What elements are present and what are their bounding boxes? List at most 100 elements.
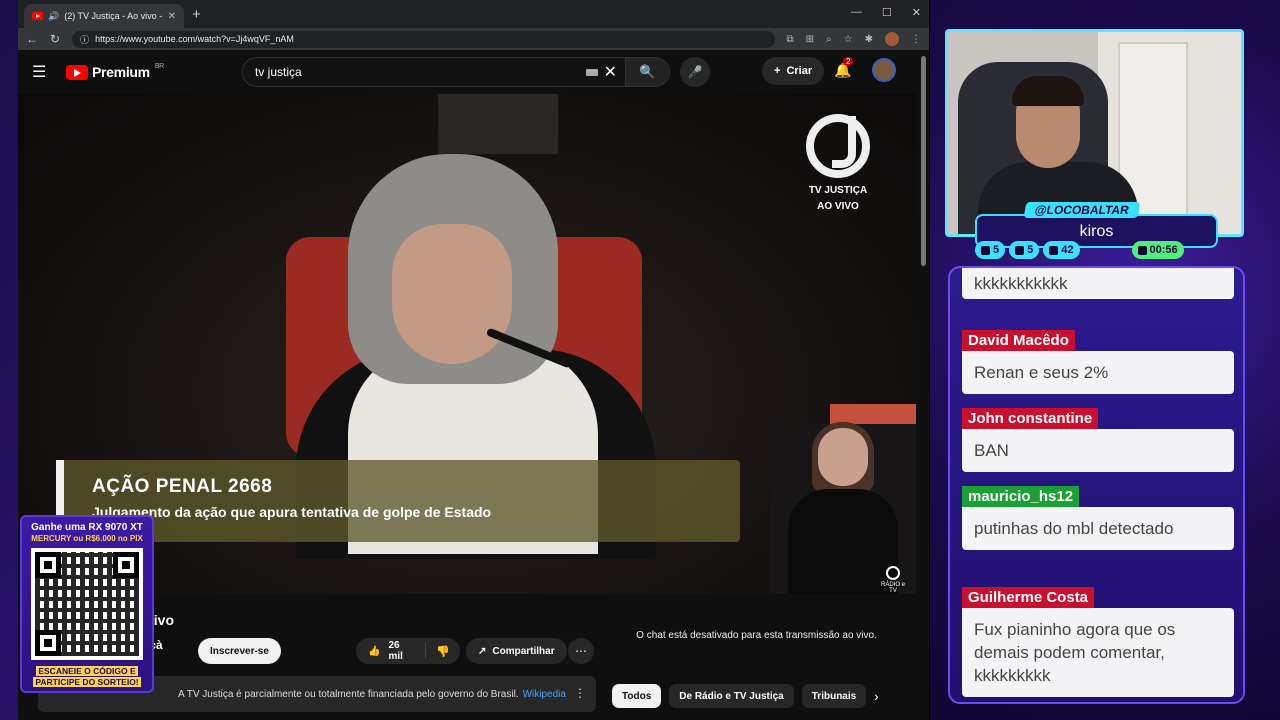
apps-icon[interactable]: ⊞	[806, 34, 814, 45]
promo-headline: Ganhe uma RX 9070 XT	[31, 522, 143, 533]
wikipedia-link[interactable]: Wikipedia	[523, 689, 566, 700]
notification-count: 2	[843, 57, 854, 66]
speaker-icon[interactable]: 🔊	[48, 11, 59, 22]
more-dots-icon: ⋯	[575, 644, 587, 658]
chat-username: John constantine	[962, 408, 1099, 429]
giveaway-promo: Ganhe uma RX 9070 XT MERCURY ou R$6.000 …	[20, 515, 154, 693]
like-count: 26 mil	[388, 640, 403, 662]
profile-avatar-small[interactable]	[885, 32, 899, 46]
share-icon: ↗	[478, 645, 487, 657]
chip-todos[interactable]: Todos	[612, 684, 662, 708]
chip-tv-justica[interactable]: De Rádio e TV Justiça	[669, 684, 794, 708]
bug-text: RÁDIO e TV JUSTIÇA	[880, 582, 905, 594]
region-code: BR	[154, 62, 164, 70]
stat-viewers: 42	[1043, 241, 1080, 259]
tv-justica-logo-icon	[806, 114, 870, 178]
browser-tab[interactable]: 🔊 (2) TV Justiça - Ao vivo - You ✕	[24, 4, 184, 28]
hamburger-menu-icon[interactable]: ☰	[32, 62, 56, 82]
youtube-header: ☰ Premium BR ✕ 🔍 🎤 + Criar 🔔 2	[18, 50, 929, 94]
chat-message: kkkkkkkkkkk	[962, 268, 1234, 299]
lower-third-title: AÇÃO PENAL 2668	[92, 476, 273, 497]
bookmark-star-icon[interactable]: ☆	[844, 34, 853, 45]
create-button[interactable]: + Criar	[762, 57, 825, 85]
promo-cta: ESCANEIE O CÓDIGO E PARTICIPE DO SORTEIO…	[22, 666, 152, 688]
background-figure	[438, 94, 558, 154]
close-window-icon[interactable]: ✕	[912, 6, 921, 19]
extension-icon[interactable]: ✱	[865, 34, 873, 45]
like-button[interactable]: 👍 26 mil	[356, 640, 427, 662]
corner-bug: RÁDIO e TV JUSTIÇA	[880, 566, 906, 594]
qr-finder	[35, 630, 61, 656]
stat-chat-value: 5	[993, 244, 1000, 256]
share-label: Compartilhar	[492, 645, 555, 657]
search-box: ✕ 🔍	[242, 57, 670, 87]
user-avatar[interactable]	[872, 58, 896, 82]
tab-title: (2) TV Justiça - Ao vivo - You	[64, 11, 163, 21]
chat-username: David Macêdo	[962, 330, 1075, 351]
new-tab-icon[interactable]: +	[192, 6, 201, 23]
create-label: Criar	[786, 65, 813, 77]
interpreter-face	[818, 428, 868, 486]
keyboard-icon[interactable]	[585, 68, 598, 76]
voice-search-button[interactable]: 🎤	[680, 57, 710, 87]
like-dislike-group: 👍 26 mil 👎	[356, 638, 460, 664]
minimize-icon[interactable]: —	[851, 6, 862, 19]
promo-cta-line-1: ESCANEIE O CÓDIGO E	[36, 666, 138, 676]
stat-youtube: 5	[1009, 241, 1040, 259]
watermark-line-2: AO VIVO	[817, 201, 859, 212]
thumbs-up-icon: 👍	[368, 645, 381, 657]
back-icon[interactable]: ←	[26, 32, 38, 46]
viewers-icon	[1049, 245, 1059, 255]
youtube-logo[interactable]: Premium BR	[66, 62, 164, 80]
cast-icon[interactable]: ⧉	[787, 34, 794, 45]
promo-prize: MERCURY ou R$6.000 no PIX	[31, 534, 143, 543]
chat-message: Guilherme Costa Fux pianinho agora que o…	[962, 587, 1234, 697]
streamer-hair	[1012, 76, 1084, 106]
browser-window: 🔊 (2) TV Justiça - Ao vivo - You ✕ + — ☐…	[18, 0, 930, 720]
clear-search-icon[interactable]: ✕	[604, 62, 617, 82]
zoom-icon[interactable]: ⌕	[826, 34, 832, 45]
search-button[interactable]: 🔍	[625, 58, 669, 86]
microphone-icon: 🎤	[687, 65, 703, 79]
lower-third	[60, 460, 740, 542]
qr-finder	[113, 552, 139, 578]
related-chips: Todos De Rádio e TV Justiça Tribunais	[612, 684, 867, 708]
close-tab-icon[interactable]: ✕	[168, 11, 176, 22]
subscribe-button[interactable]: Inscrever-se	[198, 638, 281, 664]
chevron-right-icon[interactable]: ›	[874, 688, 879, 704]
chat-message: John constantine BAN	[962, 408, 1234, 472]
menu-dots-icon[interactable]: ⋮	[911, 34, 921, 45]
reload-icon[interactable]: ↻	[50, 32, 60, 46]
tv-justica-watermark: TV JUSTIÇA AO VIVO	[800, 114, 876, 215]
bug-logo-icon	[886, 566, 900, 580]
plus-icon: +	[774, 65, 781, 77]
chat-overlay: kkkkkkkkkkk David Macêdo Renan e seus 2%…	[948, 266, 1245, 704]
qr-code	[31, 548, 143, 660]
chat-message-text: BAN	[962, 429, 1234, 472]
chat-message: David Macêdo Renan e seus 2%	[962, 330, 1234, 394]
stat-timer-value: 00:56	[1149, 244, 1178, 256]
more-actions-button[interactable]: ⋯	[568, 638, 594, 664]
site-info-icon[interactable]: ⓘ	[80, 33, 89, 46]
clock-icon	[1137, 245, 1147, 255]
chat-username: Guilherme Costa	[962, 587, 1095, 608]
chat-message-text: putinhas do mbl detectado	[962, 507, 1234, 550]
url-field[interactable]: ⓘ https://www.youtube.com/watch?v=Jj4wqV…	[72, 30, 775, 48]
search-input[interactable]	[243, 65, 586, 79]
chat-message-text: kkkkkkkkkkk	[962, 268, 1234, 299]
youtube-icon	[1015, 245, 1025, 255]
qr-finder	[35, 552, 61, 578]
watermark-line-1: TV JUSTIÇA	[808, 185, 868, 196]
maximize-icon[interactable]: ☐	[882, 6, 892, 19]
chat-message-text: Renan e seus 2%	[962, 351, 1234, 394]
share-button[interactable]: ↗ Compartilhar	[466, 638, 567, 664]
info-menu-icon[interactable]: ⋮	[574, 686, 586, 700]
stat-viewers-value: 42	[1061, 244, 1074, 256]
chat-message: mauricio_hs12 putinhas do mbl detectado	[962, 486, 1234, 550]
dislike-button[interactable]: 👎	[426, 645, 460, 658]
tab-bar: 🔊 (2) TV Justiça - Ao vivo - You ✕ + — ☐…	[18, 0, 929, 28]
page-scrollbar[interactable]	[921, 56, 926, 266]
funding-info-text: A TV Justiça é parcialmente ou totalment…	[178, 688, 519, 700]
streamer-handle: @LOCOBALTAR	[1023, 202, 1141, 218]
chip-tribunais[interactable]: Tribunais	[801, 684, 867, 708]
